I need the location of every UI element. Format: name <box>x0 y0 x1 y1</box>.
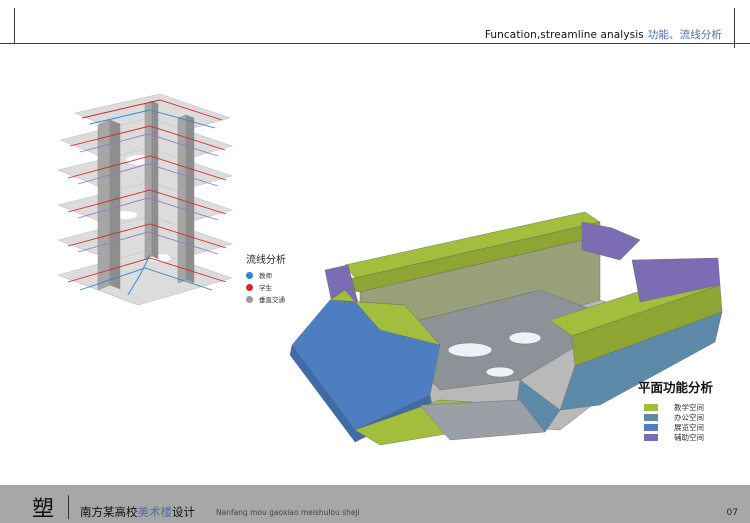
function-legend: 平面功能分析 教学空间 办公空间 展览空间 辅助空间 <box>638 377 713 442</box>
function-legend-label: 辅助空间 <box>674 432 704 442</box>
function-legend-item-teaching: 教学空间 <box>638 402 713 412</box>
flow-legend-label: 垂直交通 <box>259 296 285 304</box>
flow-legend-label: 教师 <box>259 272 272 280</box>
footer-subtitle: Nanfang mou gaoxiao meishulou sheji <box>216 508 360 517</box>
page-number: 07 <box>726 508 738 518</box>
atrium-void-3 <box>485 366 515 378</box>
teacher-dot-icon <box>246 271 253 279</box>
function-legend-title: 平面功能分析 <box>638 380 714 395</box>
student-dot-icon <box>246 283 253 291</box>
function-legend-item-office: 办公空间 <box>638 412 713 422</box>
office-swatch-icon <box>644 413 658 421</box>
footer-title-highlight: 美术楼 <box>137 505 173 519</box>
core-left-side <box>109 119 121 290</box>
footer-divider <box>68 495 69 519</box>
atrium-void-1 <box>447 342 493 358</box>
footer-title-prefix: 南方某高校 <box>80 505 138 519</box>
auxiliary-swatch-icon <box>644 433 658 441</box>
core-mid-front <box>144 100 153 260</box>
atrium-void-2 <box>508 331 542 345</box>
function-legend-item-auxiliary: 辅助空间 <box>638 432 713 442</box>
flow-legend-title: 流线分析 <box>246 255 286 266</box>
flow-legend: 流线分析 教师 学生 垂直交通 <box>246 251 286 305</box>
function-legend-item-exhibition: 展览空间 <box>638 422 713 432</box>
flow-legend-item-student: 学生 <box>246 281 286 293</box>
exhibition-swatch-icon <box>644 423 658 431</box>
flow-legend-label: 学生 <box>259 284 272 292</box>
flow-legend-item-vertical: 垂直交通 <box>246 293 286 305</box>
vertical-traffic-dot-icon <box>246 295 253 303</box>
exploded-floors-diagram <box>57 93 723 446</box>
footer-logo: 塑 <box>32 497 55 522</box>
footer-title: 南方某高校美术楼设计 <box>80 504 195 520</box>
teaching-swatch-icon <box>644 403 658 411</box>
core-right-side <box>185 114 195 284</box>
footer-title-suffix: 设计 <box>172 505 195 519</box>
flow-legend-item-teacher: 教师 <box>246 269 286 281</box>
